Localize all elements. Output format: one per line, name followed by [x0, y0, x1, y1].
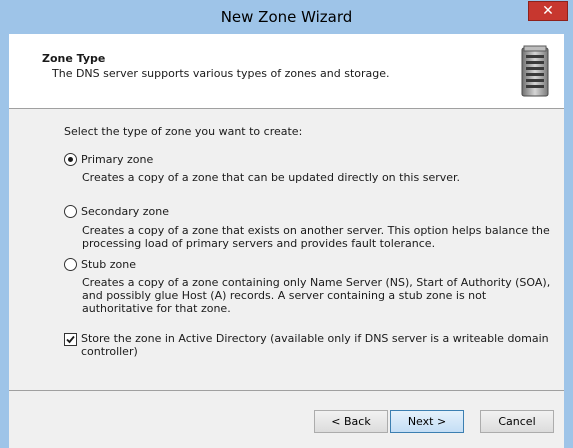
radio-button[interactable]	[64, 205, 77, 218]
back-button[interactable]: < Back	[314, 410, 388, 433]
radio-button[interactable]	[64, 258, 77, 271]
secondary-zone-radio[interactable]: Secondary zone	[64, 205, 169, 218]
cancel-button[interactable]: Cancel	[480, 410, 554, 433]
secondary-zone-label: Secondary zone	[81, 205, 169, 218]
checkbox-checked[interactable]	[64, 333, 77, 346]
stub-zone-description: Creates a copy of a zone containing only…	[82, 276, 551, 315]
checkmark-icon	[66, 335, 75, 344]
store-in-active-directory-label: Store the zone in Active Directory (avai…	[81, 332, 549, 358]
next-button[interactable]: Next >	[390, 410, 464, 433]
wizard-footer: < Back Next > Cancel	[9, 390, 564, 448]
secondary-zone-description: Creates a copy of a zone that exists on …	[82, 224, 550, 250]
stub-zone-label: Stub zone	[81, 258, 136, 271]
server-icon	[521, 45, 549, 98]
page-title: Zone Type	[42, 52, 106, 65]
page-subtitle: The DNS server supports various types of…	[52, 67, 390, 80]
window-title: New Zone Wizard	[220, 8, 353, 26]
new-zone-wizard-window: New Zone Wizard ✕ Zone Type The DNS serv…	[0, 0, 573, 448]
wizard-content: Select the type of zone you want to crea…	[9, 110, 564, 390]
primary-zone-radio[interactable]: Primary zone	[64, 153, 153, 166]
close-button[interactable]: ✕	[528, 1, 568, 21]
close-icon: ✕	[542, 3, 554, 19]
primary-zone-label: Primary zone	[81, 153, 154, 166]
window-frame-right	[564, 34, 573, 448]
stub-zone-radio[interactable]: Stub zone	[64, 258, 136, 271]
title-bar[interactable]: New Zone Wizard ✕	[0, 0, 573, 34]
radio-button-selected[interactable]	[64, 153, 77, 166]
primary-zone-description: Creates a copy of a zone that can be upd…	[82, 171, 461, 184]
wizard-header: Zone Type The DNS server supports variou…	[9, 34, 564, 109]
zone-type-prompt: Select the type of zone you want to crea…	[64, 125, 303, 138]
window-frame-left	[0, 34, 9, 448]
store-in-active-directory-checkbox[interactable]: Store the zone in Active Directory (avai…	[64, 332, 554, 358]
